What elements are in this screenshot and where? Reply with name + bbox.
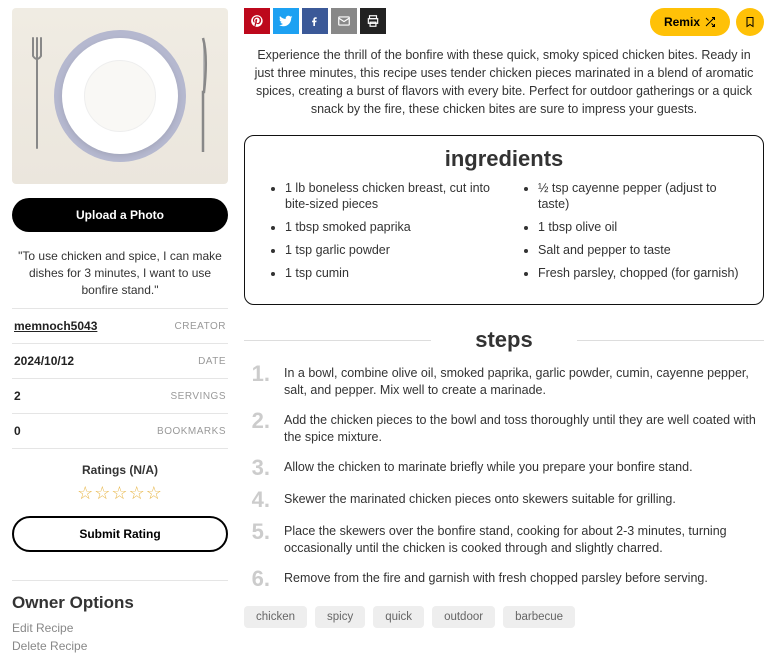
facebook-icon[interactable] [302,8,328,34]
recipe-quote: "To use chicken and spice, I can make di… [16,248,224,298]
step-number: 3. [244,457,270,479]
ratings-block: Ratings (N/A) ☆☆☆☆☆ Submit Rating [12,448,228,562]
knife-icon [196,36,210,156]
step-text: Place the skewers over the bonfire stand… [284,521,764,558]
fork-icon [30,36,44,156]
steps-heading: steps [244,327,764,353]
topbar: Remix [244,8,764,36]
meta-creator: memnoch5043 CREATOR [12,308,228,343]
submit-rating-button[interactable]: Submit Rating [12,516,228,552]
main-content: Remix Experience the thrill of the bonfi… [244,8,764,657]
tag[interactable]: barbecue [503,606,575,628]
ingredient-item: 1 tsp garlic powder [285,242,492,259]
steps-list: 1. In a bowl, combine olive oil, smoked p… [244,363,764,590]
step-number: 6. [244,568,270,590]
tag[interactable]: quick [373,606,424,628]
ingredient-item: 1 tbsp olive oil [538,219,745,236]
ingredient-item: 1 tbsp smoked paprika [285,219,492,236]
ingredient-item: 1 lb boneless chicken breast, cut into b… [285,180,492,214]
ingredient-item: 1 tsp cumin [285,265,492,282]
step-number: 2. [244,410,270,432]
tag[interactable]: chicken [244,606,307,628]
ingredients-heading: ingredients [263,146,745,172]
sidebar: Upload a Photo "To use chicken and spice… [12,8,228,657]
meta-date: 2024/10/12 DATE [12,343,228,378]
step-text: Allow the chicken to marinate briefly wh… [284,457,693,477]
rating-stars[interactable]: ☆☆☆☆☆ [12,483,228,504]
print-icon[interactable] [360,8,386,34]
delete-recipe-link[interactable]: Delete Recipe [12,639,228,653]
action-buttons: Remix [650,8,764,36]
upload-photo-button[interactable]: Upload a Photo [12,198,228,232]
tag[interactable]: spicy [315,606,365,628]
ingredient-item: Salt and pepper to taste [538,242,745,259]
mail-icon[interactable] [331,8,357,34]
bookmark-button[interactable] [736,8,764,36]
recipe-description: Experience the thrill of the bonfire wit… [248,46,760,119]
ingredients-col-1: 1 lb boneless chicken breast, cut into b… [263,180,492,288]
step-number: 4. [244,489,270,511]
social-buttons [244,8,386,34]
step-number: 1. [244,363,270,385]
edit-recipe-link[interactable]: Edit Recipe [12,621,228,635]
step-text: In a bowl, combine olive oil, smoked pap… [284,363,764,400]
recipe-photo-placeholder [12,8,228,184]
meta-bookmarks: 0 BOOKMARKS [12,413,228,448]
step-text: Skewer the marinated chicken pieces onto… [284,489,676,509]
shuffle-icon [704,16,716,28]
bookmark-icon [744,15,756,29]
step-row: 1. In a bowl, combine olive oil, smoked p… [244,363,764,400]
step-row: 2. Add the chicken pieces to the bowl and… [244,410,764,447]
ingredients-box: ingredients 1 lb boneless chicken breast… [244,135,764,305]
remix-button[interactable]: Remix [650,8,730,36]
ingredient-item: ½ tsp cayenne pepper (adjust to taste) [538,180,745,214]
tag[interactable]: outdoor [432,606,495,628]
twitter-icon[interactable] [273,8,299,34]
step-text: Remove from the fire and garnish with fr… [284,568,708,588]
step-row: 4. Skewer the marinated chicken pieces on… [244,489,764,511]
step-row: 6. Remove from the fire and garnish with … [244,568,764,590]
tags-row: chicken spicy quick outdoor barbecue [244,606,764,628]
pinterest-icon[interactable] [244,8,270,34]
ingredient-item: Fresh parsley, chopped (for garnish) [538,265,745,282]
step-number: 5. [244,521,270,543]
owner-options-heading: Owner Options [12,593,228,613]
ingredients-col-2: ½ tsp cayenne pepper (adjust to taste) 1 … [516,180,745,288]
step-text: Add the chicken pieces to the bowl and t… [284,410,764,447]
step-row: 5. Place the skewers over the bonfire sta… [244,521,764,558]
ratings-label: Ratings (N/A) [12,463,228,477]
steps-block: steps 1. In a bowl, combine olive oil, sm… [244,327,764,590]
meta-servings: 2 SERVINGS [12,378,228,413]
creator-link[interactable]: memnoch5043 [14,319,97,333]
owner-options: Owner Options Edit Recipe Delete Recipe [12,580,228,653]
step-row: 3. Allow the chicken to marinate briefly … [244,457,764,479]
